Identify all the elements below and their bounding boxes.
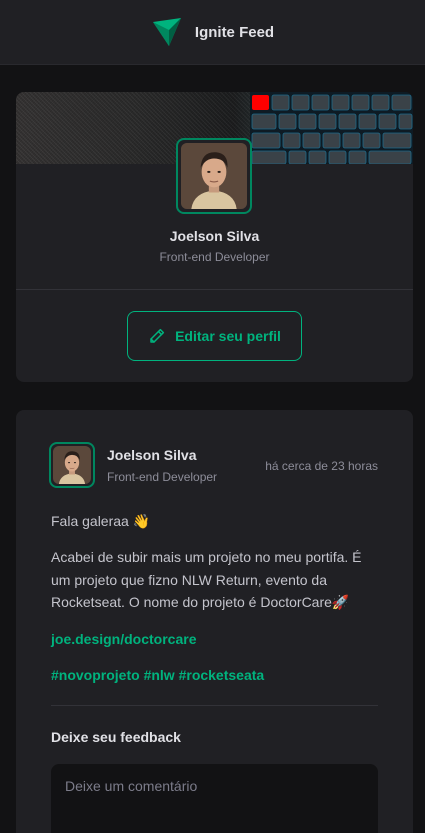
profile-name: Joelson Silva: [169, 228, 260, 244]
post-divider: [51, 705, 378, 706]
post-greeting: Fala galeraa 👋: [51, 513, 151, 529]
app-title: Ignite Feed: [194, 23, 275, 41]
post-link[interactable]: joe.design/doctorcare: [51, 631, 196, 647]
post-body: Acabei de subir mais um projeto no meu p…: [51, 549, 362, 611]
profile-avatar[interactable]: [176, 138, 252, 214]
post-tag[interactable]: #rocketseata: [179, 667, 265, 683]
post-tag[interactable]: #nlw: [144, 667, 175, 683]
post-author-avatar[interactable]: [49, 442, 95, 488]
profile-card: Joelson Silva Front-end Developer Editar…: [16, 92, 413, 382]
profile-divider: [16, 289, 413, 290]
post-timestamp: há cerca de 23 horas: [265, 459, 378, 473]
ignite-logo-icon: [152, 18, 181, 46]
post-content: Fala galeraa 👋 Acabei de subir mais um p…: [51, 510, 381, 700]
profile-role: Front-end Developer: [159, 250, 270, 264]
post-tag[interactable]: #novoprojeto: [51, 667, 140, 683]
post-author-name: Joelson Silva: [107, 447, 197, 463]
post-author-role: Front-end Developer: [107, 470, 218, 484]
post-card: Joelson Silva Front-end Developer há cer…: [16, 410, 413, 833]
edit-profile-label: Editar seu perfil: [175, 328, 281, 344]
post-tags: #novoprojeto #nlw #rocketseata: [51, 664, 381, 686]
feedback-title: Deixe seu feedback: [51, 729, 181, 745]
comment-input[interactable]: [51, 764, 378, 833]
pencil-icon: [150, 328, 165, 343]
edit-profile-button[interactable]: Editar seu perfil: [127, 311, 302, 361]
app-header: Ignite Feed: [0, 0, 425, 65]
